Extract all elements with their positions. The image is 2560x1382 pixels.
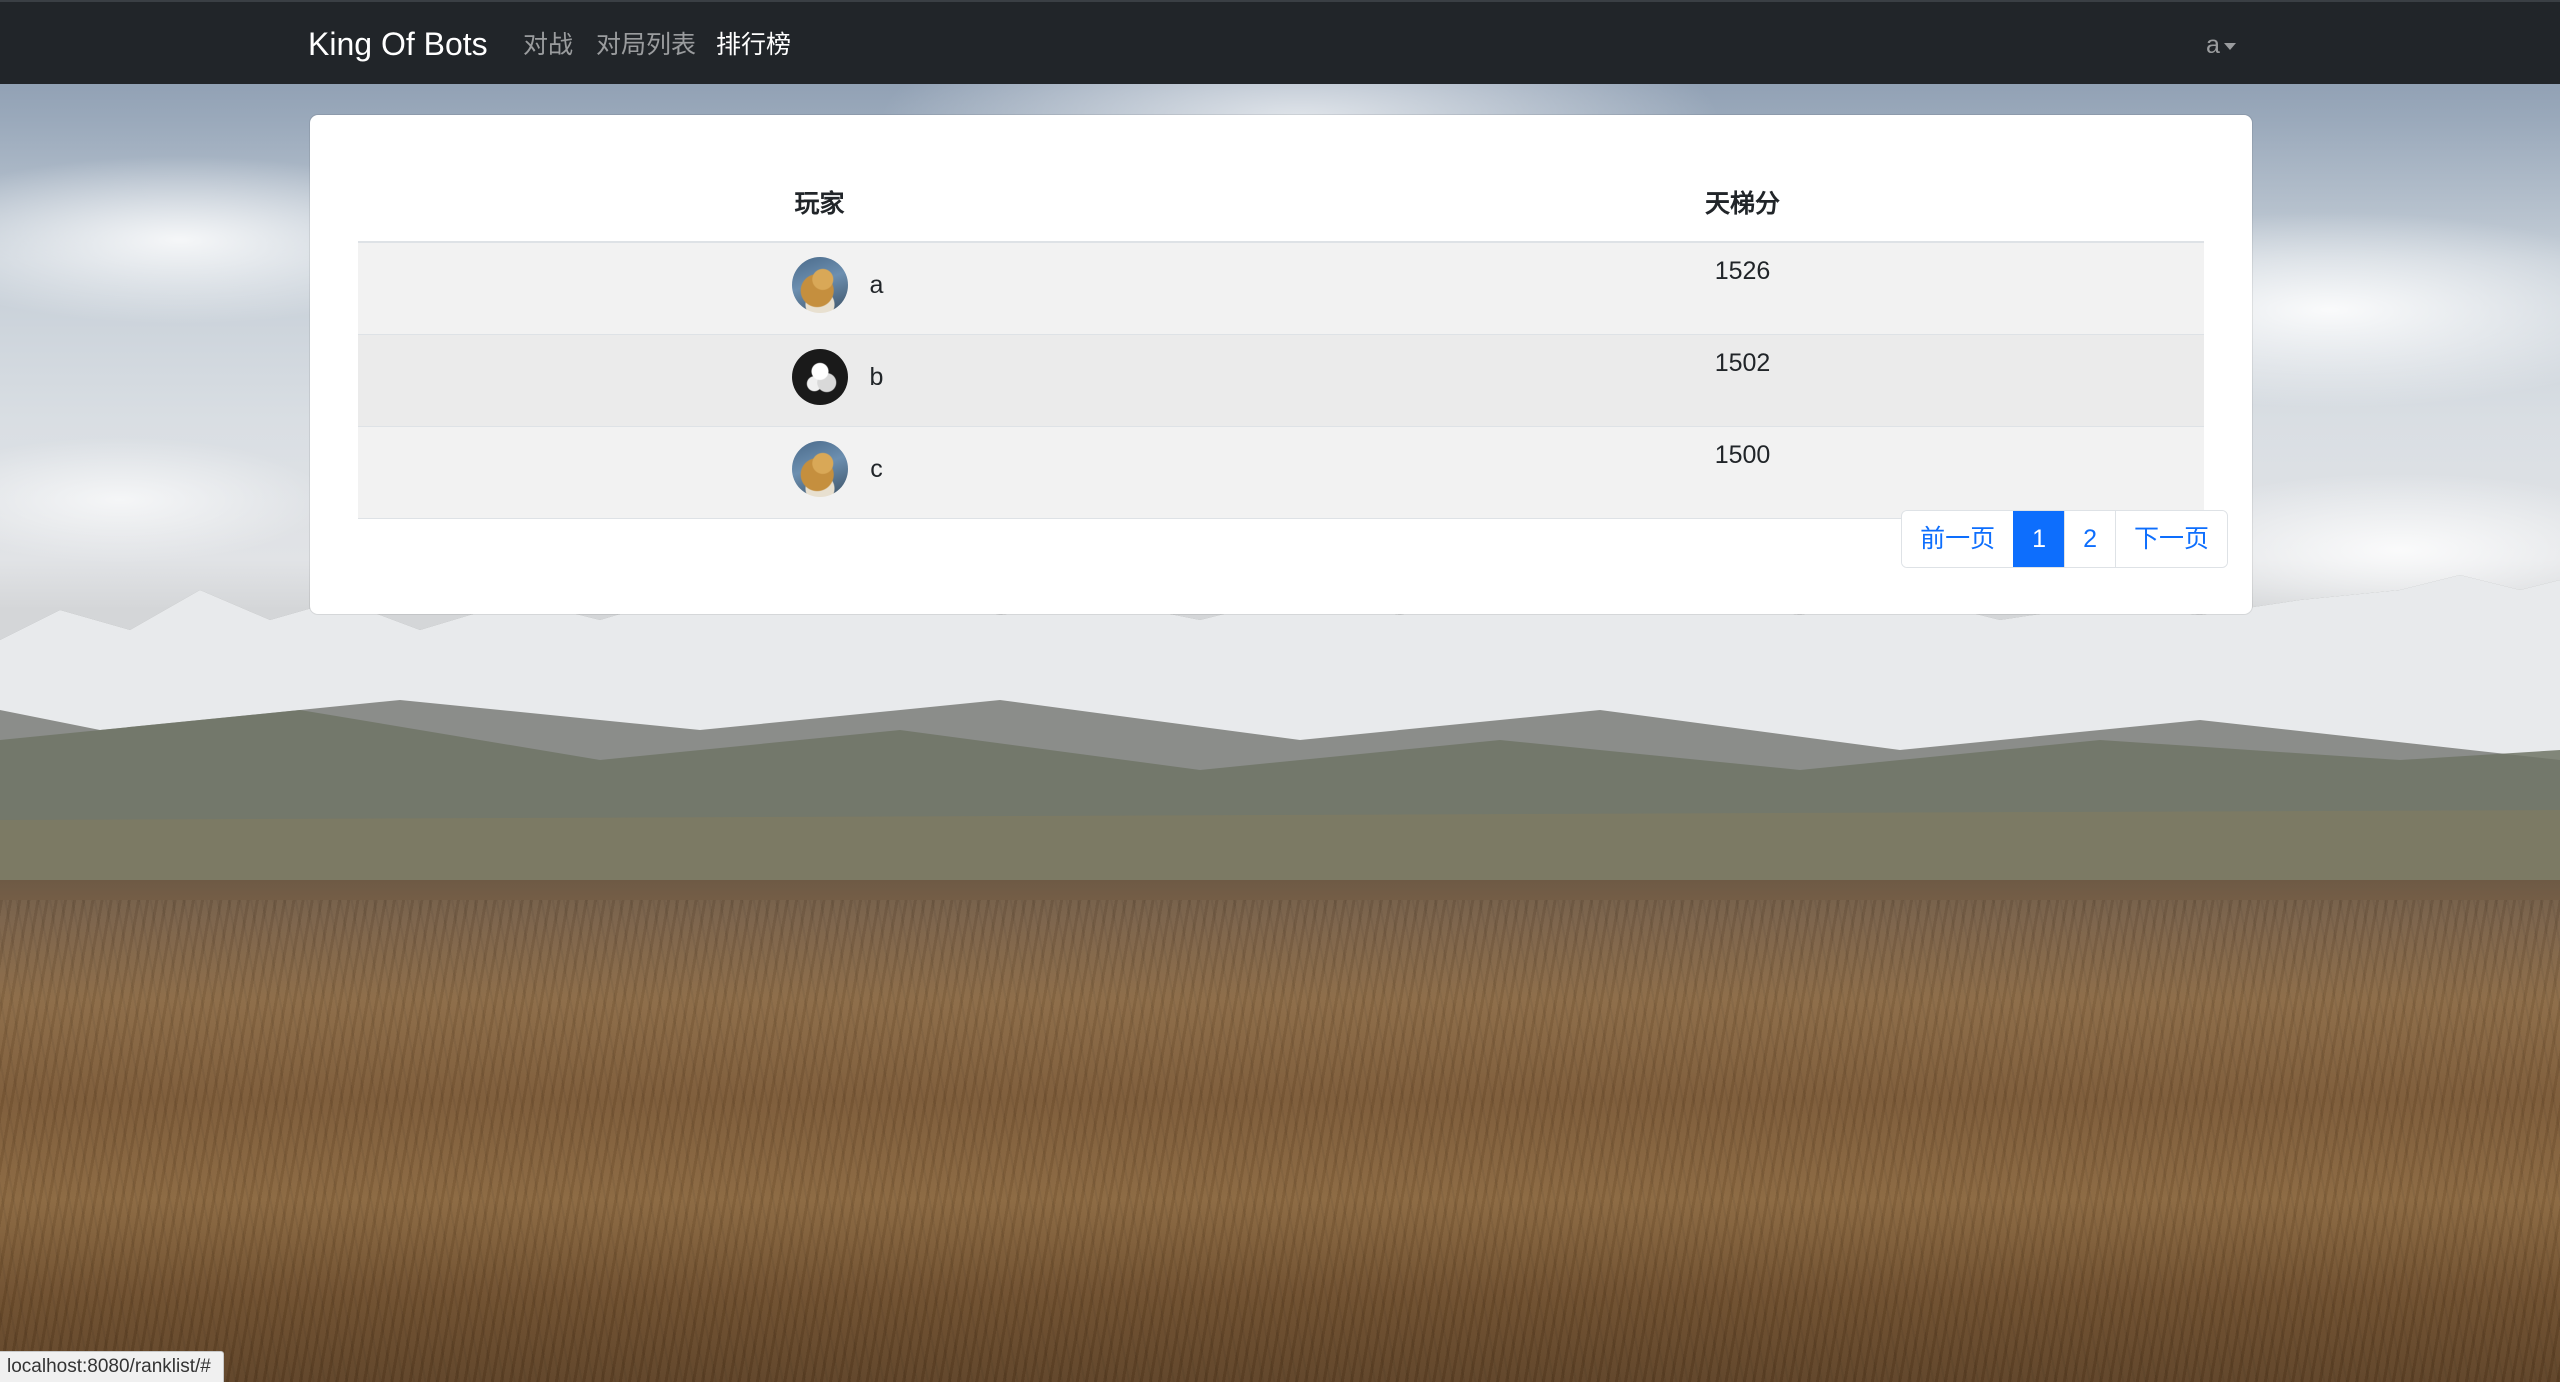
rating-cell: 1526 [1281, 242, 2204, 335]
table-row: a 1526 [358, 242, 2204, 335]
player-name: b [869, 362, 884, 391]
user-dropdown-toggle[interactable]: a [2206, 28, 2236, 62]
player-cell: a [358, 242, 1281, 335]
table-row: b 1502 [358, 334, 2204, 427]
player-cell: c [358, 426, 1281, 519]
page-2-button[interactable]: 2 [2064, 511, 2115, 567]
ranklist-card: 玩家 天梯分 a 1526 b 1502 c 1500 前一页 1 2 下一页 [310, 115, 2252, 614]
browser-status-url: localhost:8080/ranklist/# [0, 1351, 224, 1382]
grassland-texture [0, 900, 2560, 1382]
page-1-button[interactable]: 1 [2013, 511, 2065, 567]
user-avatar [791, 349, 848, 405]
user-avatar [791, 257, 848, 313]
player-name: a [869, 270, 884, 299]
table-header-row: 玩家 天梯分 [358, 163, 2204, 243]
column-header-rating: 天梯分 [1281, 163, 2204, 243]
rating-cell: 1502 [1281, 334, 2204, 427]
next-page-button[interactable]: 下一页 [2114, 511, 2227, 567]
username-label: a [2206, 31, 2220, 59]
table-row: c 1500 [358, 426, 2204, 519]
brand-link[interactable]: King Of Bots [308, 24, 488, 64]
user-avatar [792, 441, 849, 497]
player-name: c [870, 454, 883, 483]
ranklist-table: 玩家 天梯分 a 1526 b 1502 c 1500 [358, 163, 2204, 519]
caret-down-icon [2223, 42, 2236, 50]
column-header-player: 玩家 [358, 163, 1281, 243]
snowy-mountains [0, 575, 2560, 920]
pagination: 前一页 1 2 下一页 [1901, 510, 2228, 568]
nav-link-ranklist[interactable]: 排行榜 [716, 28, 791, 62]
player-cell: b [358, 334, 1281, 427]
rating-cell: 1500 [1281, 426, 2204, 519]
nav-link-pk[interactable]: 对战 [523, 28, 573, 62]
nav-link-record-list[interactable]: 对局列表 [596, 28, 696, 62]
top-navbar: King Of Bots 对战 对局列表 排行榜 a [0, 0, 2560, 84]
prev-page-button[interactable]: 前一页 [1902, 511, 2014, 567]
